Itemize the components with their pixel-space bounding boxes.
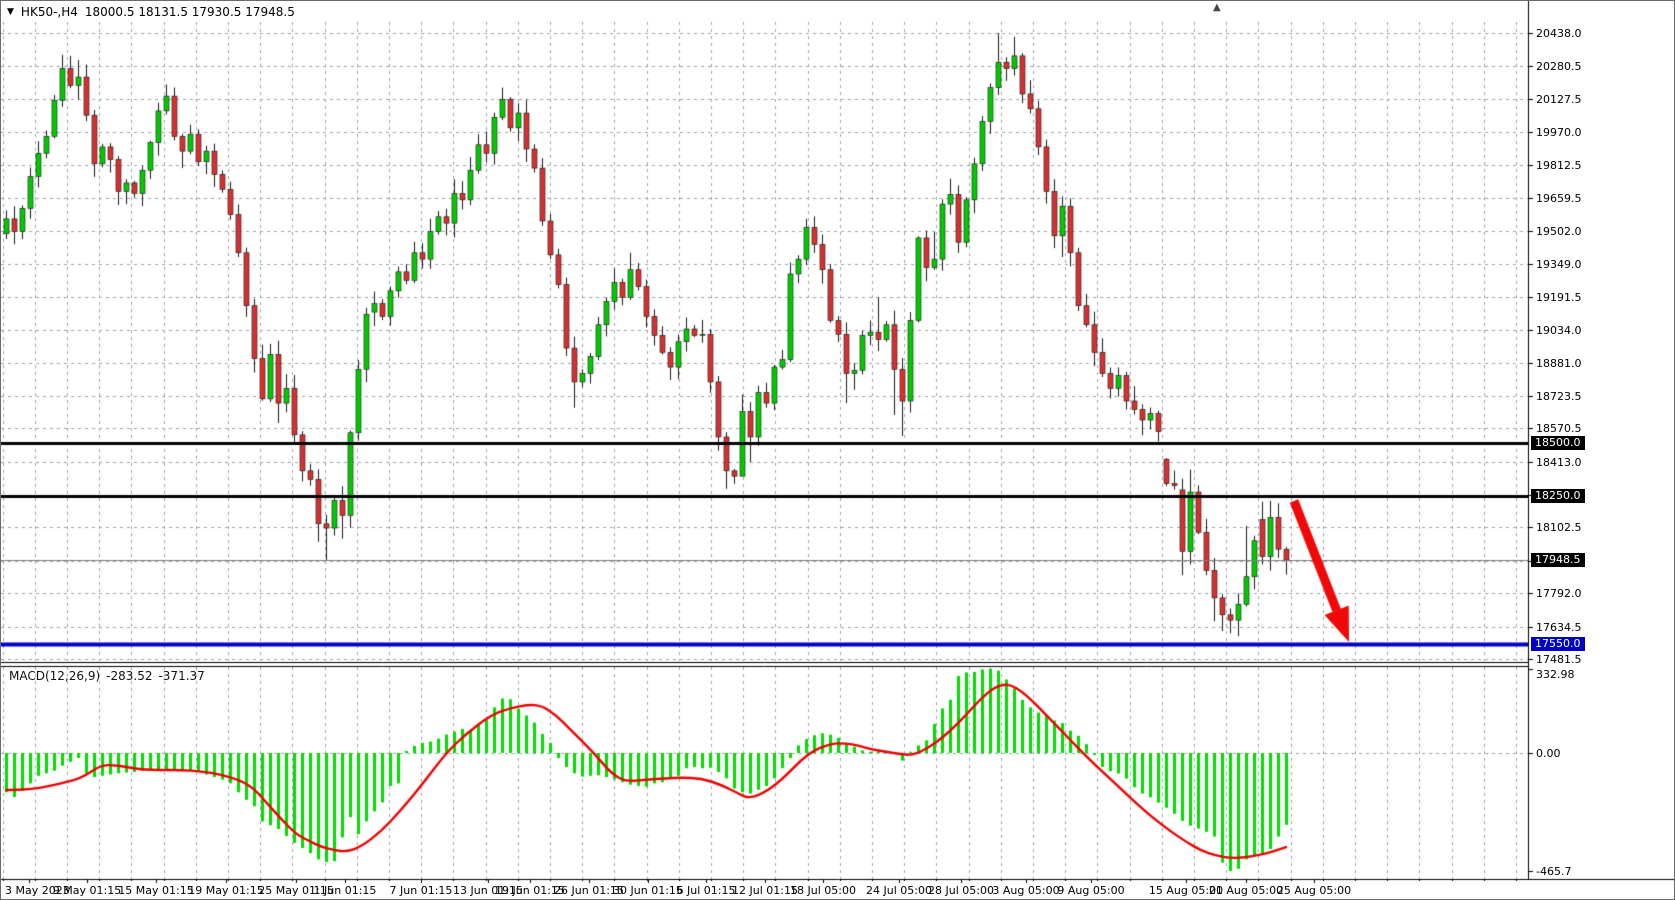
time-axis-label: 21 Aug 05:00 — [1209, 884, 1283, 897]
price-axis-label: 20280.5 — [1536, 60, 1582, 73]
price-axis-label: 19349.0 — [1536, 258, 1582, 271]
price-level-label[interactable]: 17948.5 — [1531, 553, 1585, 567]
time-axis-label: 1 Jun 01:15 — [314, 884, 377, 897]
macd-signal-value: -371.37 — [158, 669, 204, 683]
price-level-label[interactable]: 18500.0 — [1531, 436, 1585, 450]
macd-main-value: -283.52 — [106, 669, 152, 683]
time-axis-label: 9 May 01:15 — [53, 884, 121, 897]
price-level-label[interactable]: 18250.0 — [1531, 489, 1585, 503]
chart-shift-marker-icon[interactable]: ▲ — [1213, 3, 1221, 13]
macd-axis-label: 0.00 — [1536, 747, 1561, 760]
macd-axis-label: -465.7 — [1536, 865, 1571, 878]
symbol-period-label: HK50-,H4 — [21, 5, 78, 19]
time-axis-label: 24 Jul 05:00 — [866, 884, 932, 897]
price-axis-label: 19812.5 — [1536, 159, 1582, 172]
price-axis-label: 17634.5 — [1536, 621, 1582, 634]
price-axis-label: 19659.5 — [1536, 192, 1582, 205]
price-axis-label: 19502.0 — [1536, 225, 1582, 238]
price-level-label[interactable]: 17550.0 — [1531, 637, 1585, 651]
price-axis-label: 18881.0 — [1536, 357, 1582, 370]
price-axis-label: 19034.0 — [1536, 324, 1582, 337]
time-axis-label: 6 Jul 01:15 — [677, 884, 736, 897]
time-axis-label: 30 Jun 01:15 — [613, 884, 683, 897]
mt4-chart-window: ▼ HK50-,H4 18000.5 18131.5 17930.5 17948… — [0, 0, 1675, 900]
chart-title: ▼ HK50-,H4 18000.5 18131.5 17930.5 17948… — [7, 4, 295, 20]
price-axis-label: 18413.0 — [1536, 456, 1582, 469]
time-axis-label: 12 Jul 01:15 — [732, 884, 798, 897]
time-axis-label: 19 May 01:15 — [188, 884, 263, 897]
price-axis-label: 17792.0 — [1536, 587, 1582, 600]
price-axis-label: 17481.5 — [1536, 653, 1582, 666]
ohlc-quote-label: 18000.5 18131.5 17930.5 17948.5 — [85, 5, 295, 19]
price-axis-label: 18102.5 — [1536, 521, 1582, 534]
macd-indicator-label: MACD(12,26,9) -283.52 -371.37 — [9, 669, 205, 683]
time-axis-label: 18 Jul 05:00 — [790, 884, 856, 897]
price-axis-label: 20438.0 — [1536, 27, 1582, 40]
price-axis-label: 20127.5 — [1536, 93, 1582, 106]
symbol-dropdown-icon[interactable]: ▼ — [7, 8, 14, 17]
price-axis-label: 19191.5 — [1536, 291, 1582, 304]
time-axis-label: 15 May 01:15 — [118, 884, 193, 897]
macd-name: MACD(12,26,9) — [9, 669, 100, 683]
price-axis-label: 18723.5 — [1536, 390, 1582, 403]
price-axis-label: 18570.5 — [1536, 422, 1582, 435]
time-axis-label: 25 Aug 05:00 — [1277, 884, 1351, 897]
price-axis-label: 19970.0 — [1536, 126, 1582, 139]
time-axis-label: 3 Aug 05:00 — [992, 884, 1059, 897]
macd-axis-label: 332.98 — [1536, 668, 1575, 681]
price-chart-canvas[interactable] — [1, 1, 1675, 900]
time-axis-label: 9 Aug 05:00 — [1057, 884, 1124, 897]
time-axis-label: 7 Jun 01:15 — [390, 884, 453, 897]
time-axis-label: 28 Jul 05:00 — [928, 884, 994, 897]
